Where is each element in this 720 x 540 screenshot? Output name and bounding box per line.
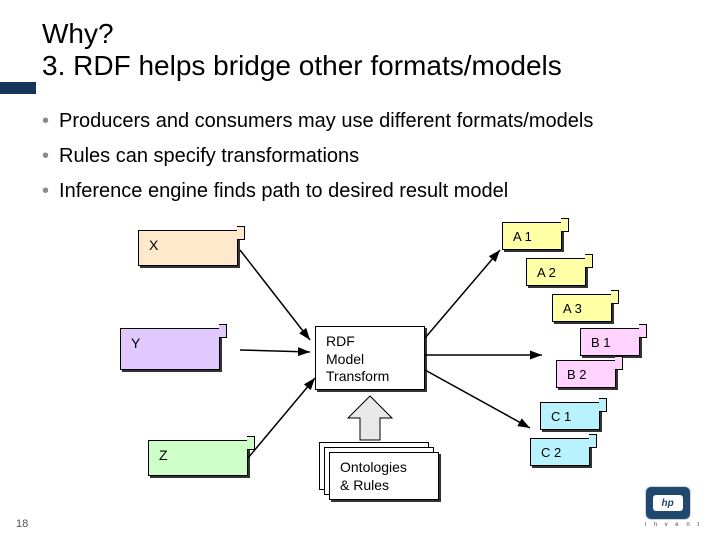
rdf-line3: Transform [326,368,389,384]
b1-label: B 1 [591,335,611,350]
box-ontologies-rules: Ontologies & Rules [329,452,439,500]
bullet-list: Producers and consumers may use differen… [42,106,593,211]
box-tab [589,434,597,448]
ont-line1: Ontologies [340,459,407,475]
title-line2: 3. RDF helps bridge other formats/models [42,50,562,81]
box-tab [219,324,227,338]
hp-logo-text: hp [653,495,683,511]
a3-label: A 3 [563,301,582,316]
box-tab [611,290,619,304]
box-z: Z [148,440,248,476]
box-c2: C 2 [530,438,590,466]
c1-label: C 1 [551,409,571,424]
box-x: X [138,230,238,266]
box-tab [639,324,647,338]
box-tab [599,398,607,412]
slide: Why? 3. RDF helps bridge other formats/m… [0,0,720,540]
a1-label: A 1 [513,229,532,244]
box-c1: C 1 [540,402,600,430]
box-y: Y [120,328,220,370]
rdf-line1: RDF [326,333,355,349]
box-a1: A 1 [502,222,562,250]
bullet-item: Inference engine finds path to desired r… [42,176,593,207]
box-x-label: X [149,237,158,253]
hp-logo-sub: i n v e n t [645,522,702,528]
box-b1: B 1 [580,328,640,356]
box-tab [237,226,245,240]
hp-logo-box: hp [645,486,691,520]
box-a3: A 3 [552,294,612,322]
page-number: 18 [16,518,28,530]
c2-label: C 2 [541,445,561,460]
ont-line2: & Rules [340,477,389,493]
rdf-line2: Model [326,351,364,367]
box-rdf-transform: RDF Model Transform [315,326,425,390]
box-tab [247,436,255,450]
slide-title: Why? 3. RDF helps bridge other formats/m… [42,18,562,82]
diagram: X Y Z RDF Model Transform Ontologies & R… [0,210,720,515]
a2-label: A 2 [537,265,556,280]
hp-logo: hp i n v e n t [645,486,702,528]
accent-bar [0,82,36,94]
box-a2: A 2 [526,258,586,286]
box-tab [561,218,569,232]
title-line1: Why? [42,18,114,49]
bullet-item: Rules can specify transformations [42,141,593,172]
box-y-label: Y [131,335,140,351]
box-tab [615,356,623,370]
box-z-label: Z [159,447,168,463]
b2-label: B 2 [567,367,587,382]
bullet-item: Producers and consumers may use differen… [42,106,593,137]
box-b2: B 2 [556,360,616,388]
ont-text: Ontologies & Rules [340,459,407,494]
box-tab [585,254,593,268]
rdf-text: RDF Model Transform [326,333,389,386]
